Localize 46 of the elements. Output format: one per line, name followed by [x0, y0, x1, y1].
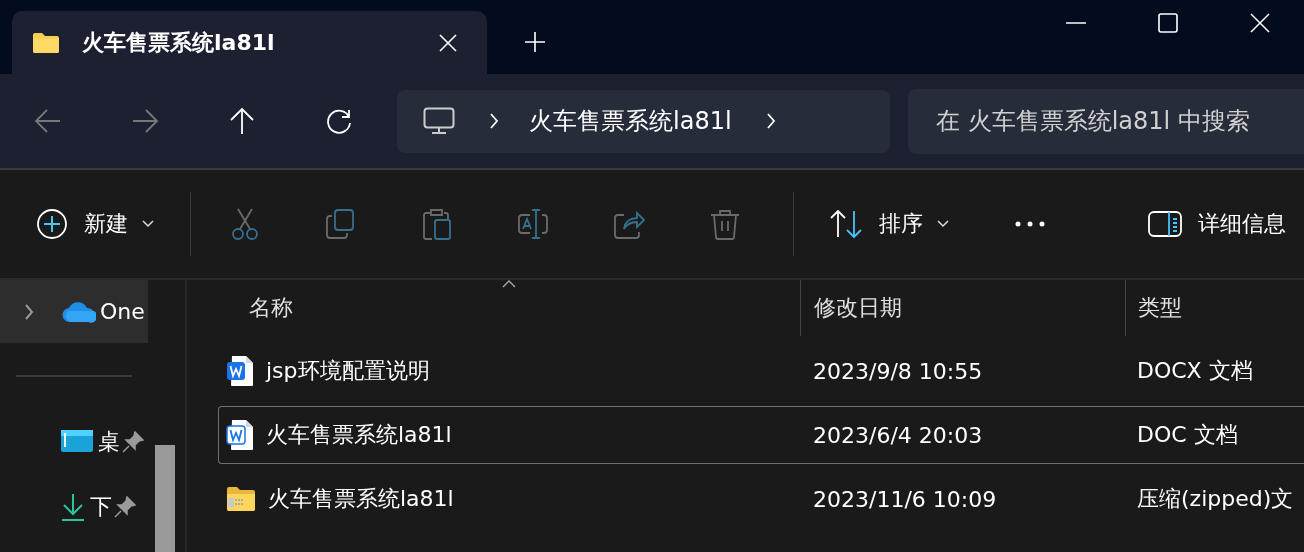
close-icon[interactable]	[1250, 13, 1270, 33]
refresh-icon	[325, 107, 353, 135]
sidebar-item[interactable]: 桌	[0, 409, 148, 474]
download-icon	[60, 492, 86, 521]
search-field[interactable]: 在 火车售票系统la81l 中搜索	[908, 88, 1304, 154]
zip-folder-icon	[226, 486, 256, 512]
pin-icon	[114, 495, 136, 518]
tab[interactable]: 火车售票系统la81l	[12, 11, 487, 74]
column-header[interactable]: 类型	[1125, 280, 1304, 336]
pin-icon	[122, 430, 144, 453]
scrollbar-thumb[interactable]	[155, 445, 175, 552]
new-button[interactable]: 新建	[20, 197, 170, 251]
desktop-icon	[60, 428, 94, 455]
date-cell: 2023/11/6 10:09	[813, 486, 997, 512]
file-row[interactable]: 火车售票系统la81l 2023/6/4 20:03 DOC 文档	[218, 406, 1304, 464]
close-icon[interactable]	[439, 33, 457, 52]
up-arrow-icon	[228, 107, 256, 135]
sidebar-item[interactable]: 下	[0, 474, 148, 539]
type-cell-text: DOCX 文档	[1137, 357, 1253, 385]
type-cell-text: DOC 文档	[1137, 421, 1238, 449]
breadcrumb[interactable]: 火车售票系统la81l	[529, 105, 732, 137]
sort-caret-icon	[502, 280, 516, 288]
date-cell: 2023/9/8 10:55	[813, 358, 983, 384]
column-header[interactable]: 名称	[218, 280, 800, 336]
add-tab-icon[interactable]	[525, 32, 545, 52]
word-document-icon	[226, 355, 254, 387]
file-name: 火车售票系统la81l	[266, 421, 452, 449]
computer-icon	[423, 107, 455, 135]
column-header[interactable]: 修改日期	[800, 280, 1125, 336]
word-document-icon	[226, 419, 254, 451]
cloud-icon	[62, 300, 96, 323]
tab-title: 火车售票系统la81l	[82, 28, 276, 57]
type-cell-text: 压缩(zipped)文	[1137, 485, 1294, 513]
file-name: jsp环境配置说明	[266, 357, 430, 385]
sort-button[interactable]: 排序	[812, 197, 962, 251]
details-button[interactable]: 详细信息	[1138, 197, 1296, 251]
sidebar-item[interactable]: One	[0, 280, 148, 343]
date-cell: 2023/6/4 20:03	[813, 422, 983, 448]
folder-icon	[32, 31, 60, 54]
forward-arrow-icon	[131, 107, 159, 135]
file-row[interactable]: 火车售票系统la81l 2023/11/6 10:09 压缩(zipped)文	[218, 470, 1304, 528]
file-row[interactable]: jsp环境配置说明 2023/9/8 10:55 DOCX 文档	[218, 342, 1304, 400]
file-name: 火车售票系统la81l	[268, 485, 454, 513]
address-bar[interactable]: 火车售票系统la81l	[397, 89, 890, 153]
back-arrow-icon	[34, 107, 62, 135]
maximize-icon[interactable]	[1158, 13, 1178, 33]
